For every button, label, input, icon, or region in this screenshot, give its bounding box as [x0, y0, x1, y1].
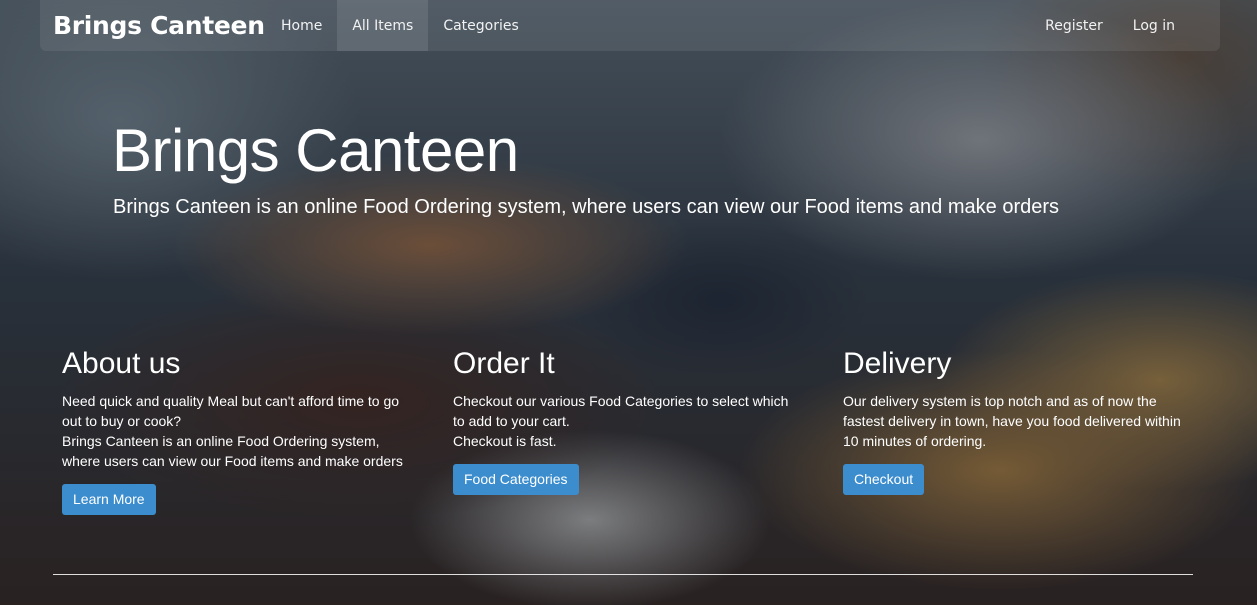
delivery-section: Delivery Our delivery system is top notc…	[843, 347, 1188, 495]
nav-home-link[interactable]: Home	[266, 0, 337, 51]
checkout-button[interactable]: Checkout	[843, 464, 925, 495]
nav-links: Home All Items Categories	[266, 0, 534, 51]
navbar: Brings Canteen Home All Items Categories…	[40, 0, 1220, 51]
learn-more-button[interactable]: Learn More	[62, 484, 156, 515]
about-us-text-1: Need quick and quality Meal but can't af…	[62, 393, 400, 429]
page: Brings Canteen Home All Items Categories…	[0, 0, 1257, 605]
order-it-section: Order It Checkout our various Food Categ…	[453, 347, 798, 495]
about-us-heading: About us	[62, 347, 181, 380]
about-us-text-2: Brings Canteen is an online Food Orderin…	[62, 433, 403, 469]
order-it-heading: Order It	[453, 347, 555, 380]
nav-auth-links: Register Log in	[1030, 0, 1190, 51]
hero-title: Brings Canteen	[112, 117, 519, 184]
nav-login-link[interactable]: Log in	[1118, 0, 1190, 51]
brand-logo-link[interactable]: Brings Canteen	[53, 11, 265, 40]
divider	[53, 574, 1193, 575]
hero-subtitle: Brings Canteen is an online Food Orderin…	[113, 196, 1060, 218]
order-it-text-1: Checkout our various Food Categories to …	[453, 393, 789, 429]
nav-all-items-link[interactable]: All Items	[337, 0, 429, 51]
delivery-heading: Delivery	[843, 347, 952, 380]
about-us-section: About us Need quick and quality Meal but…	[62, 347, 407, 515]
nav-register-link[interactable]: Register	[1030, 0, 1118, 51]
food-categories-button[interactable]: Food Categories	[453, 464, 579, 495]
nav-categories-link[interactable]: Categories	[428, 0, 533, 51]
order-it-text-2: Checkout is fast.	[453, 433, 557, 449]
delivery-text: Our delivery system is top notch and as …	[843, 393, 1181, 449]
